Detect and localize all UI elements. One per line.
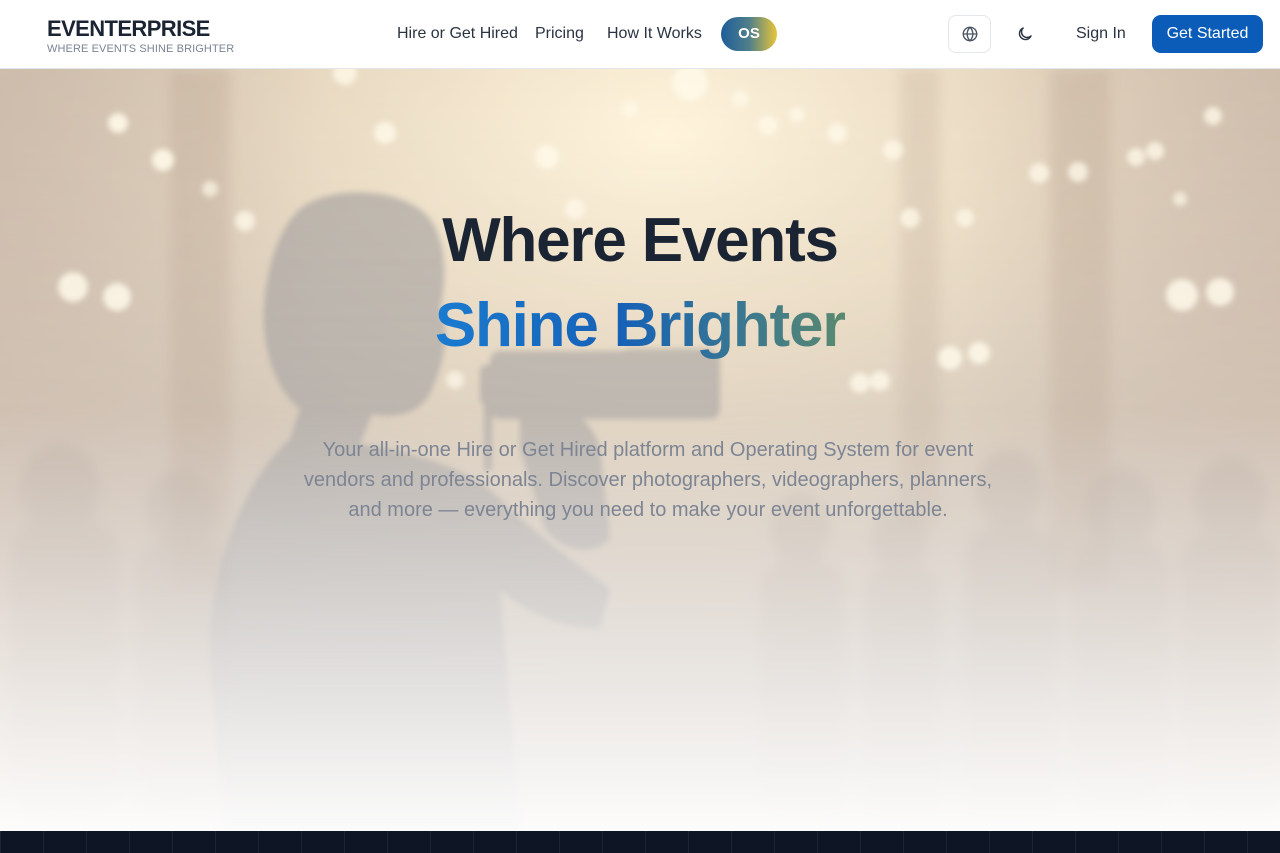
hero-headline-highlight: Shine Brighter — [434, 291, 847, 360]
top-navbar: EVENTERPRISE WHERE EVENTS SHINE BRIGHTER… — [0, 0, 1280, 69]
brand-name: EVENTERPRISE — [47, 16, 210, 41]
nav-link-how-it-works[interactable]: How It Works — [607, 24, 702, 44]
hero-headline-line1: Where Events — [442, 206, 839, 275]
get-started-button[interactable]: Get Started — [1152, 15, 1263, 53]
theme-toggle-button[interactable] — [1005, 15, 1045, 53]
globe-icon — [962, 26, 977, 42]
next-section-edge — [0, 831, 1280, 853]
brand-tagline: WHERE EVENTS SHINE BRIGHTER — [47, 43, 235, 55]
moon-icon — [1018, 27, 1032, 41]
os-badge-button[interactable]: OS — [721, 17, 777, 51]
nav-link-hire-or-get-hired[interactable]: Hire or Get Hired — [397, 24, 518, 44]
hero-headline-line2: Shine Brighter — [0, 290, 1280, 362]
language-selector-button[interactable] — [948, 15, 991, 53]
sign-in-link[interactable]: Sign In — [1076, 24, 1126, 44]
brand-logo[interactable]: EVENTERPRISE WHERE EVENTS SHINE BRIGHTER — [47, 17, 234, 56]
nav-link-pricing[interactable]: Pricing — [535, 24, 584, 44]
hero-section: Where Events Shine Brighter Your all-in-… — [0, 69, 1280, 831]
hero-description: Your all-in-one Hire or Get Hired platfo… — [303, 439, 993, 521]
